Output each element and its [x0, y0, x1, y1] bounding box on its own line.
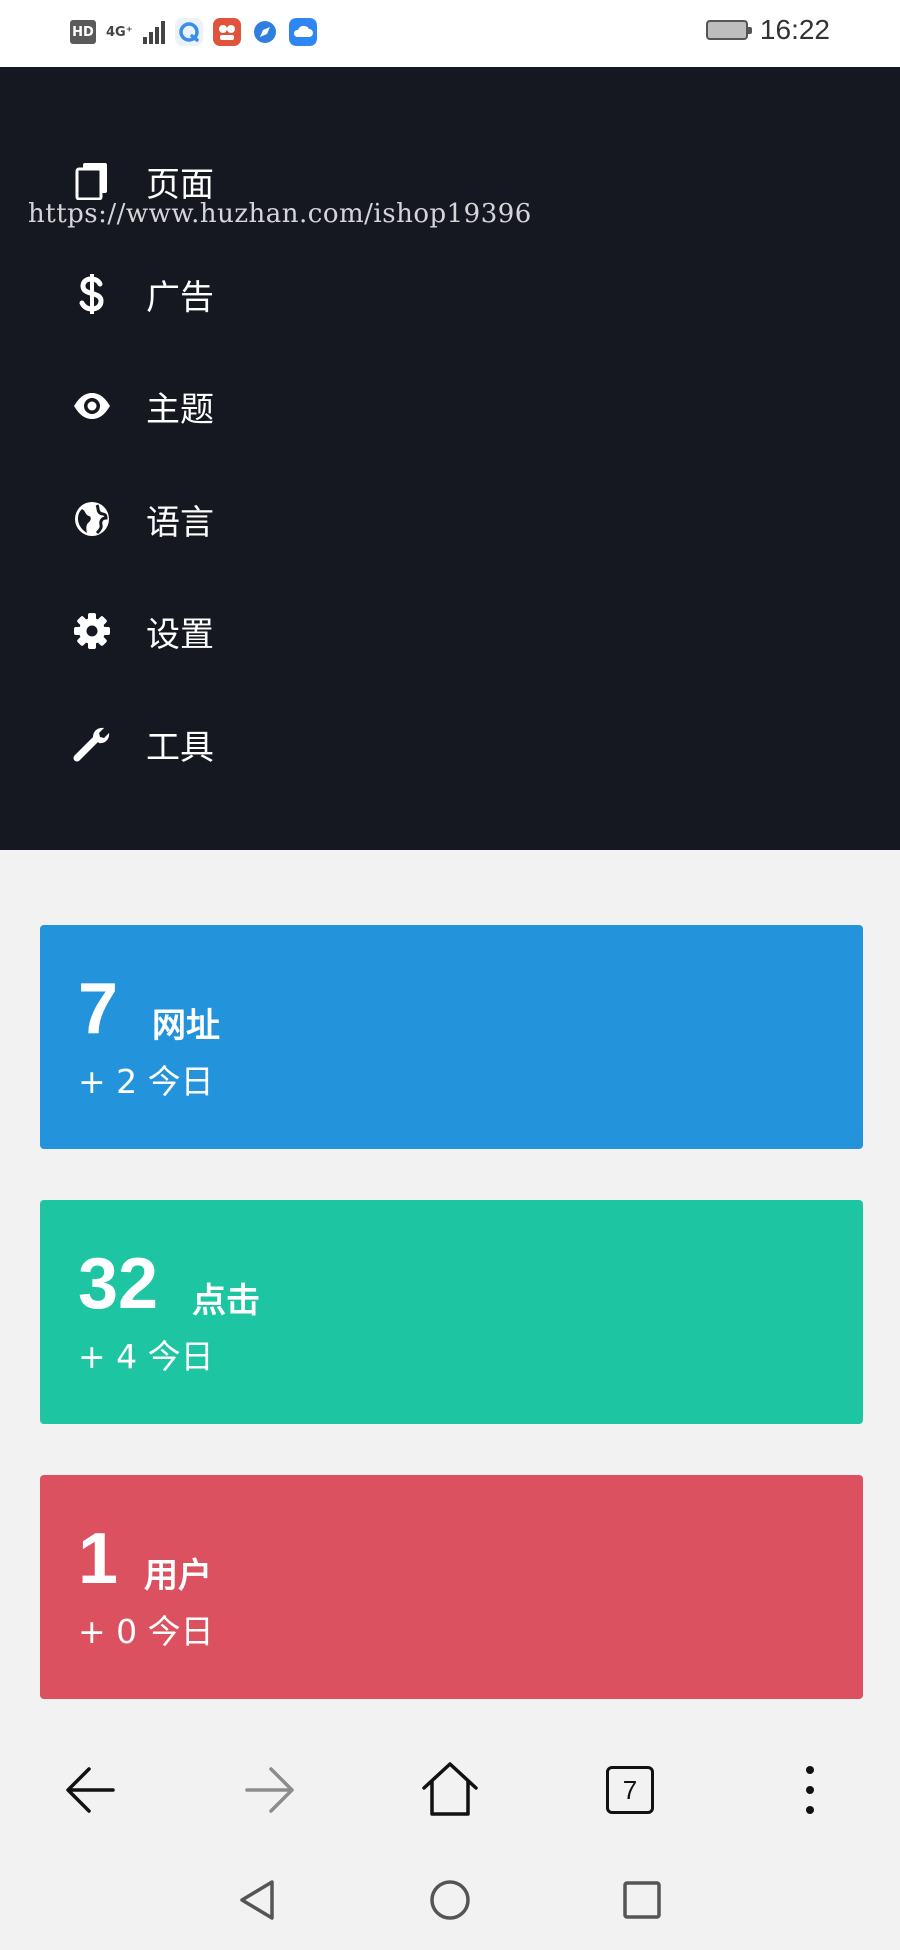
stat-label: 点击: [192, 1281, 260, 1321]
menu-item-ads[interactable]: 广告: [70, 259, 470, 329]
wrench-icon: [70, 722, 114, 766]
gear-icon: [70, 609, 114, 653]
tabs-button[interactable]: 7: [600, 1760, 660, 1820]
globe-icon: [70, 497, 114, 541]
stat-label: 用户: [144, 1556, 212, 1596]
menu-item-label: 语言: [146, 502, 214, 543]
stat-today: + 4 今日: [78, 1337, 214, 1376]
arrow-right-icon: [245, 1767, 294, 1813]
system-back-button[interactable]: [236, 1878, 280, 1922]
stat-number: 32: [78, 1244, 159, 1324]
back-button[interactable]: [60, 1760, 120, 1820]
home-button[interactable]: [420, 1760, 480, 1820]
forward-button[interactable]: [240, 1760, 300, 1820]
battery-icon: [705, 20, 752, 40]
more-vertical-icon: [806, 1766, 814, 1814]
stat-today: + 2 今日: [78, 1062, 214, 1101]
menu-item-tools[interactable]: 工具: [70, 709, 470, 779]
side-menu: 页面 广告 主题 语言 设置 工具 https://www.huzhan.com…: [0, 67, 900, 850]
tab-count: 7: [606, 1766, 654, 1814]
menu-item-label: 工具: [146, 727, 214, 768]
arrow-left-icon: [66, 1767, 115, 1813]
menu-item-label: 主题: [146, 389, 214, 430]
menu-item-language[interactable]: 语言: [70, 484, 470, 554]
stat-number: 1: [78, 1519, 119, 1599]
photo-app-icon: [212, 18, 241, 46]
page-icon: [70, 159, 114, 203]
signal-icon: [142, 20, 165, 44]
browser-toolbar: 7: [0, 1730, 900, 1850]
home-icon: [422, 1762, 478, 1816]
stat-today: + 0 今日: [78, 1612, 214, 1651]
dollar-icon: [70, 272, 114, 316]
system-home-button[interactable]: [428, 1878, 472, 1922]
menu-item-themes[interactable]: 主题: [70, 371, 470, 441]
stat-card-users[interactable]: 1 用户 + 0 今日: [40, 1475, 863, 1699]
hd-badge: HD: [70, 20, 96, 44]
stat-number: 7: [78, 969, 119, 1049]
menu-item-settings[interactable]: 设置: [70, 596, 470, 666]
status-right: 16:22: [705, 14, 830, 46]
eye-icon: [70, 384, 114, 428]
system-nav-bar: [0, 1850, 900, 1950]
more-menu-button[interactable]: [780, 1760, 840, 1820]
stat-card-clicks[interactable]: 32 点击 + 4 今日: [40, 1200, 863, 1424]
dashboard-content: 7 网址 + 2 今日 32 点击 + 4 今日 1 用户 + 0 今日: [0, 850, 900, 1730]
watermark-text: https://www.huzhan.com/ishop19396: [28, 199, 532, 229]
network-type: 4G⁺: [106, 24, 133, 40]
system-recents-button[interactable]: [620, 1878, 664, 1922]
menu-item-label: 广告: [146, 277, 214, 318]
clock: 16:22: [759, 14, 830, 45]
menu-item-label: 设置: [146, 614, 214, 655]
stat-label: 网址: [152, 1006, 220, 1046]
cloud-app-icon: [288, 18, 317, 46]
compass-app-icon: [253, 21, 276, 43]
status-bar: HD 4G⁺ 16:22: [0, 0, 900, 67]
qq-browser-icon: [174, 18, 203, 46]
status-left: HD 4G⁺: [70, 18, 317, 46]
stat-card-urls[interactable]: 7 网址 + 2 今日: [40, 925, 863, 1149]
